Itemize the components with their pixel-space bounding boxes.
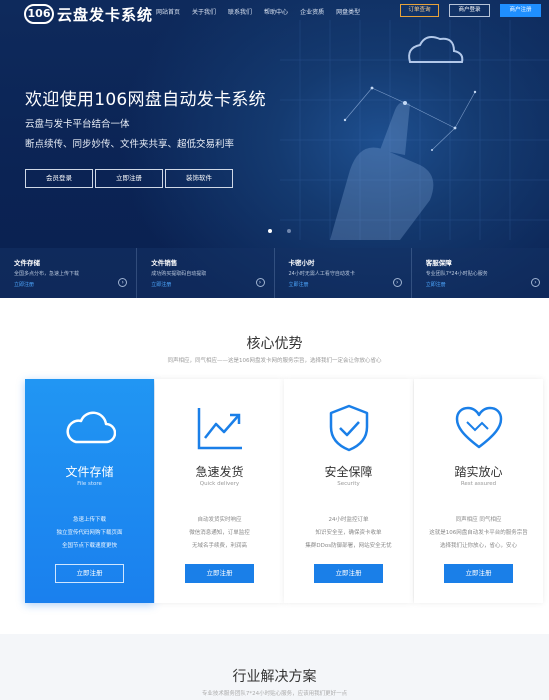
hero-features-text: 断点续传、同步妙传、文件夹共享、超低交易利率 — [25, 139, 235, 150]
card-desc-line: 这就是106网盘自动发卡平台的服务宗旨 — [429, 530, 528, 536]
card-register-button[interactable]: 立即注册 — [314, 564, 383, 583]
card-desc-line: 知识安全至，确保资卡收单 — [315, 530, 382, 536]
feature-strip-link[interactable]: 立即注册 — [289, 281, 309, 288]
cloud-icon — [66, 411, 116, 444]
heart-icon — [455, 406, 503, 449]
merchant-register-button[interactable]: 商户注册 — [500, 4, 541, 17]
hero-subtitle: 云盘与发卡平台结合一体 — [25, 119, 130, 130]
core-section-title: 核心优势 — [246, 336, 303, 352]
card-title: 安全保障 — [324, 465, 373, 479]
card-subtitle: Quick delivery — [199, 481, 240, 487]
nav-item-contact[interactable]: 联系我们 — [228, 7, 252, 16]
card-desc-line: 急速上传下载 — [72, 517, 106, 523]
core-section-subtitle: 同声相应，同气相应——这是106网盘发卡网的服务宗旨，选择我们一定会让你放心省心 — [167, 358, 382, 364]
hero-title: 欢迎使用106网盘自动发卡系统 — [25, 90, 266, 110]
card-desc-line: 微信消息通知，订单监控 — [189, 530, 250, 536]
feature-strip-item[interactable]: 文件销售 成功购买提取码自动提取 立即注册 › — [137, 248, 275, 298]
feature-strip-item[interactable]: 文件存储 全国多点分布，急速上传下载 立即注册 › — [0, 248, 138, 298]
arrow-right-icon[interactable]: › — [392, 278, 402, 287]
card-desc-line: 全国节点下载速度更快 — [61, 543, 117, 549]
nav-links: 网站首页 关于我们 联系我们 帮助中心 企业资质 网盘类型 — [156, 7, 372, 16]
nav-item-disk-type[interactable]: 网盘类型 — [336, 7, 360, 16]
logo-badge: 106 — [24, 4, 54, 24]
card-desc-line: 独立宣传代码网购下载页面 — [56, 530, 123, 536]
feature-strip-title: 文件销售 — [151, 259, 178, 267]
card-register-button[interactable]: 立即注册 — [444, 564, 513, 583]
decor-software-button[interactable]: 装饰软件 — [165, 169, 233, 188]
cloud-icon — [408, 36, 464, 63]
register-now-button[interactable]: 立即注册 — [95, 169, 163, 188]
carousel-dot-active[interactable] — [268, 229, 272, 233]
feature-strip: 文件存储 全国多点分布，急速上传下载 立即注册 › 文件销售 成功购买提取码自动… — [0, 248, 549, 298]
order-query-button[interactable]: 订单查询 — [400, 4, 439, 17]
feature-strip-item[interactable]: 客服保障 专业团队7*24小时贴心服务 立即注册 › — [411, 248, 549, 298]
nav-item-home[interactable]: 网站首页 — [156, 7, 180, 16]
card-desc-line: 自动发货实时响应 — [197, 517, 242, 523]
logo-text: 云盘发卡系统 — [57, 5, 154, 24]
feature-strip-desc: 专业团队7*24小时贴心服务 — [425, 271, 488, 277]
card-title: 文件存储 — [65, 465, 114, 479]
feature-strip-link[interactable]: 立即注册 — [151, 281, 171, 288]
solutions-subtitle: 专业技术服务团队7*24小时贴心服务，应该用我们更好一点 — [201, 691, 348, 697]
card-register-button[interactable]: 立即注册 — [185, 564, 254, 583]
feature-strip-link[interactable]: 立即注册 — [426, 281, 446, 288]
feature-strip-desc: 成功购买提取码自动提取 — [151, 271, 207, 277]
card-desc-line: 24小时监控订单 — [328, 517, 369, 523]
card-register-button[interactable]: 立即注册 — [55, 564, 124, 583]
member-login-button[interactable]: 会员登录 — [25, 169, 93, 188]
advantage-card-security[interactable]: 安全保障 Security 24小时监控订单 知识安全至，确保资卡收单 集群DD… — [284, 379, 413, 603]
arrow-right-icon[interactable]: › — [255, 278, 265, 287]
nav-item-qualification[interactable]: 企业资质 — [300, 7, 324, 16]
solutions-title: 行业解决方案 — [232, 669, 317, 685]
feature-strip-link[interactable]: 立即注册 — [14, 281, 34, 288]
feature-strip-item[interactable]: 卡密小时 24小时无需人工看守自动发卡 立即注册 › — [274, 248, 412, 298]
carousel-dots — [268, 229, 306, 233]
nav-item-about[interactable]: 关于我们 — [192, 7, 216, 16]
feature-strip-title: 卡密小时 — [288, 259, 315, 267]
card-subtitle: Security — [337, 481, 360, 487]
card-desc-line: 同声相应 同气相应 — [455, 517, 502, 523]
carousel-dot[interactable] — [287, 229, 291, 233]
card-desc-line: 选择我们让你放心，省心，安心 — [439, 543, 517, 549]
feature-strip-desc: 24小时无需人工看守自动发卡 — [288, 271, 355, 277]
top-navigation: 106 云盘发卡系统 网站首页 关于我们 联系我们 帮助中心 企业资质 网盘类型… — [0, 0, 549, 26]
hero-banner: 106 云盘发卡系统 网站首页 关于我们 联系我们 帮助中心 企业资质 网盘类型… — [0, 0, 549, 298]
shield-icon — [329, 404, 369, 452]
card-title: 急速发货 — [195, 465, 244, 479]
arrow-right-icon[interactable]: › — [531, 278, 540, 287]
feature-strip-desc: 全国多点分布，急速上传下载 — [14, 271, 80, 277]
merchant-login-button[interactable]: 商户登录 — [449, 4, 490, 17]
chart-icon — [197, 408, 242, 450]
logo[interactable]: 106 云盘发卡系统 — [24, 3, 153, 25]
card-desc-line: 集群DDos防御部署，网站安全无忧 — [305, 543, 392, 549]
card-subtitle: File store — [77, 481, 102, 487]
advantage-card-file-store[interactable]: 文件存储 File store 急速上传下载 独立宣传代码网购下载页面 全国节点… — [25, 379, 154, 603]
feature-strip-title: 文件存储 — [14, 259, 40, 267]
card-title: 踏实放心 — [454, 465, 503, 479]
advantage-card-rest-assured[interactable]: 踏实放心 Rest assured 同声相应 同气相应 这就是106网盘自动发卡… — [414, 379, 543, 603]
advantage-card-quick-delivery[interactable]: 急速发货 Quick delivery 自动发货实时响应 微信消息通知，订单监控… — [155, 379, 284, 603]
card-desc-line: 无域名手续费，利润高 — [191, 543, 247, 549]
nav-item-help[interactable]: 帮助中心 — [264, 7, 288, 16]
feature-strip-title: 客服保障 — [425, 259, 452, 267]
arrow-right-icon[interactable]: › — [118, 278, 128, 287]
card-subtitle: Rest assured — [460, 481, 497, 487]
